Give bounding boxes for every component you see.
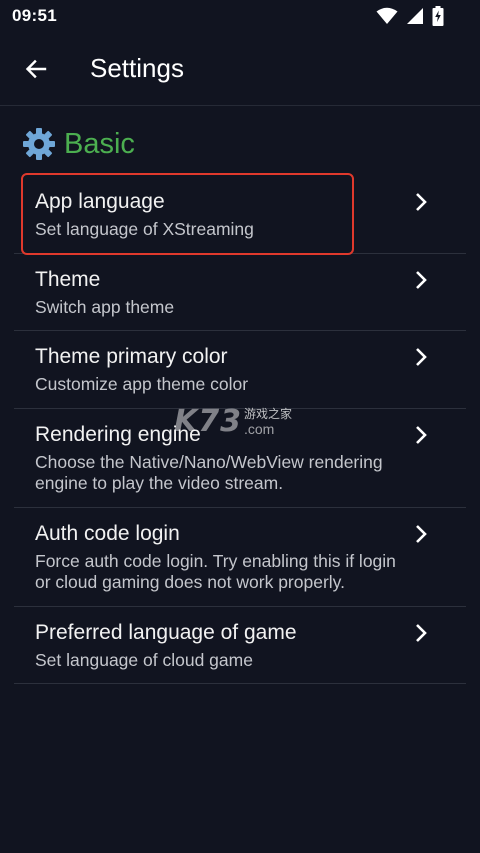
setting-title: Auth code login [35, 521, 180, 545]
chevron-right-icon [416, 425, 427, 444]
arrow-left-icon [25, 59, 47, 78]
setting-description: Force auth code login. Try enabling this… [35, 550, 396, 593]
setting-description: Set language of cloud game [35, 649, 253, 670]
setting-preferred-game-language[interactable]: Preferred language of game Set language … [14, 607, 466, 684]
setting-title: Theme [35, 267, 101, 291]
setting-auth-code-login[interactable]: Auth code login Force auth code login. T… [14, 508, 466, 607]
setting-title: App language [35, 190, 165, 213]
setting-title: Preferred language of game [35, 620, 297, 644]
setting-description: Choose the Native/Nano/WebView rendering… [35, 451, 383, 494]
wifi-icon [376, 7, 398, 24]
status-bar: 09:51 [0, 0, 480, 32]
chevron-right-icon [416, 623, 427, 642]
signal-icon [407, 8, 423, 24]
app-bar: Settings [0, 32, 480, 106]
setting-theme[interactable]: Theme Switch app theme [14, 254, 466, 331]
chevron-right-icon [416, 348, 427, 366]
section-title: Basic [64, 127, 135, 160]
page-title: Settings [90, 53, 184, 83]
battery-charging-icon [432, 6, 444, 26]
settings-screen: 09:51 Settings Basic App language Set la… [0, 0, 480, 853]
setting-title: Rendering engine [35, 422, 201, 446]
setting-theme-primary-color[interactable]: Theme primary color Customize app theme … [14, 331, 466, 409]
status-icons [376, 6, 444, 26]
setting-title: Theme primary color [35, 345, 228, 368]
setting-description: Customize app theme color [35, 374, 249, 394]
setting-rendering-engine[interactable]: Rendering engine Choose the Native/Nano/… [14, 409, 466, 508]
chevron-right-icon [416, 270, 427, 289]
setting-description: Set language of XStreaming [35, 219, 254, 239]
status-time: 09:51 [12, 6, 57, 25]
setting-description: Switch app theme [35, 296, 175, 317]
gear-icon [23, 128, 55, 160]
settings-list: App language Set language of XStreaming … [14, 173, 466, 684]
chevron-right-icon [416, 193, 427, 211]
section-header-basic: Basic [0, 112, 480, 176]
back-button[interactable] [16, 49, 56, 89]
setting-app-language[interactable]: App language Set language of XStreaming [14, 173, 466, 255]
chevron-right-icon [416, 524, 427, 543]
